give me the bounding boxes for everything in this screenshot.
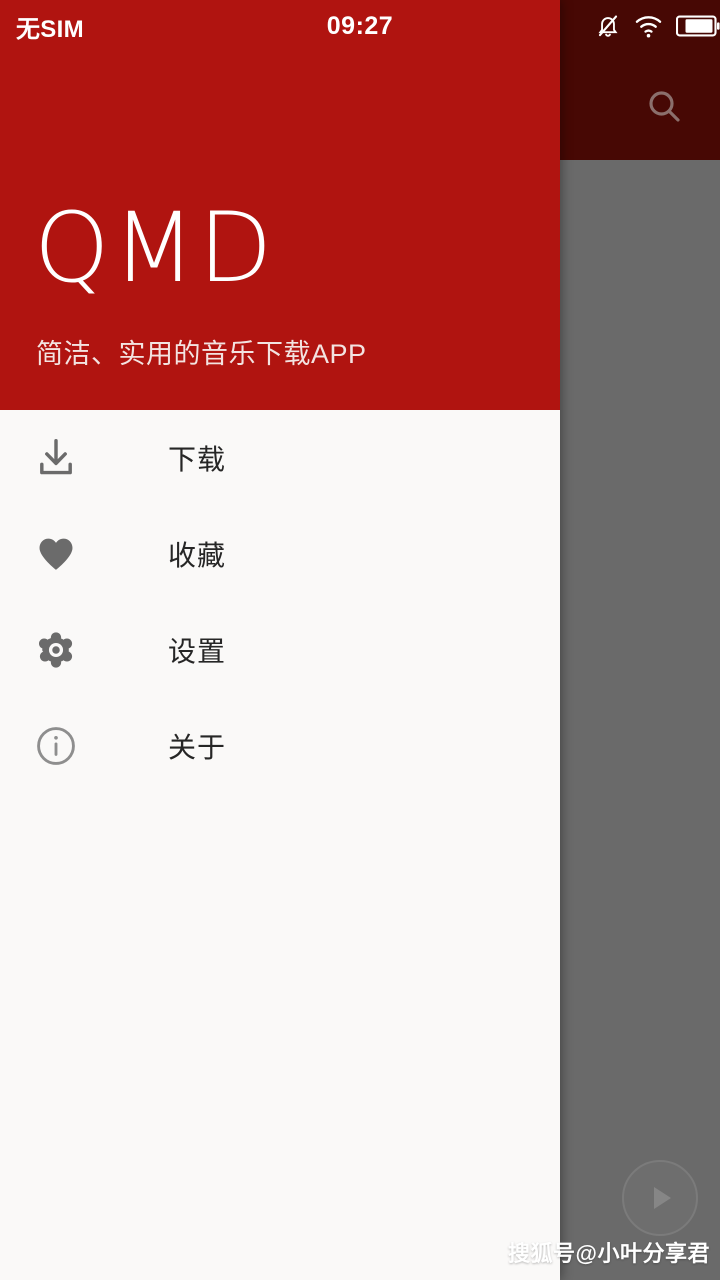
menu-item-label: 收藏 [168,540,227,571]
menu-item-settings[interactable]: 设置 [0,602,560,698]
app-tagline: 简洁、实用的音乐下载APP [36,339,367,369]
menu-item-label: 下载 [168,444,227,475]
status-icons-group [595,13,720,39]
menu-item-about[interactable]: 关于 [0,698,560,794]
gear-icon [28,622,84,678]
download-icon [28,430,84,486]
silent-bell-icon [595,13,621,39]
menu-item-label: 关于 [168,732,227,763]
heart-icon [28,526,84,582]
wifi-icon [634,13,663,39]
menu-item-label: 设置 [168,636,227,667]
search-icon[interactable] [616,58,712,154]
navigation-drawer: QMD 简洁、实用的音乐下载APP 下载 收藏 设置 关于 无SIM 09:27 [0,0,720,1280]
play-icon[interactable] [622,1160,698,1236]
page-title: QMD [34,192,276,304]
menu-item-download[interactable]: 下载 [0,410,560,506]
drawer-menu-list: 下载 收藏 设置 关于 [0,410,560,794]
info-circle-icon [28,718,84,774]
drawer-header: QMD 简洁、实用的音乐下载APP [0,0,560,410]
battery-icon [676,14,720,38]
play-triangle [654,1187,671,1209]
menu-item-favorites[interactable]: 收藏 [0,506,560,602]
phone-screen: QMD 简洁、实用的音乐下载APP 下载 收藏 设置 关于 无SIM 09:27… [0,0,720,1280]
status-bar: 无SIM 09:27 [0,0,720,52]
watermark: 搜狐号@小叶分享君 [508,1241,710,1266]
